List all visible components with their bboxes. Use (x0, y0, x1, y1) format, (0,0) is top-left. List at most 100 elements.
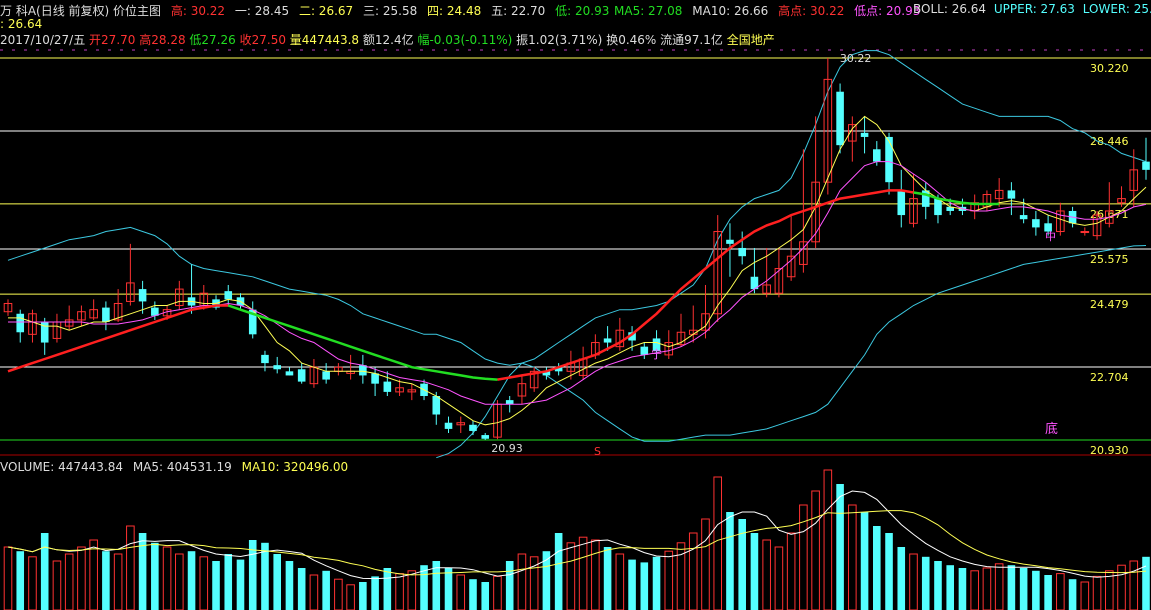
volume-bar (726, 512, 734, 610)
candle-body (505, 400, 514, 405)
volume-bar (958, 568, 967, 610)
candle-body (138, 289, 147, 302)
quote-float: 流通97.1亿 (660, 33, 723, 47)
quote-bar: 2017/10/27/五 开27.70 高28.28 低27.26 收27.50… (0, 31, 775, 48)
candle-body (860, 132, 869, 137)
ma5-line (8, 115, 1147, 426)
volume-bar (395, 573, 404, 610)
volume-bar (934, 561, 942, 610)
period-high: 高: 30.22 (170, 4, 226, 18)
volume-bar (774, 546, 784, 610)
volume-bar (481, 582, 490, 610)
volume-bar (836, 484, 844, 610)
ma5-value: MA5: 27.08 (614, 4, 683, 18)
volume-bar (444, 568, 453, 610)
candle-body (16, 313, 25, 333)
price-level-label: 30.220 (1090, 62, 1129, 75)
candle-body (1019, 215, 1028, 220)
candle-body (444, 422, 453, 429)
candle-body (873, 149, 881, 162)
price-level-label: 24.479 (1090, 298, 1129, 311)
candle-body (273, 365, 281, 370)
volume-bar (236, 559, 245, 610)
volume-bar (273, 554, 281, 610)
volume-bar (578, 536, 588, 610)
candle-body (481, 435, 490, 439)
volume-bar (1117, 564, 1126, 610)
volume-bar (309, 574, 319, 610)
volume-bar (566, 542, 576, 610)
volume-bar (187, 551, 196, 610)
volume-bar (3, 546, 13, 610)
candle-body (1007, 190, 1016, 199)
candle-body (432, 396, 441, 415)
volume-bar (1092, 575, 1102, 610)
peak-annotation: 30.22 (840, 52, 872, 65)
upper-value: UPPER: 27.63 (993, 2, 1075, 16)
candle-body (640, 346, 649, 355)
volume-bar (297, 568, 306, 610)
volume-bar (1032, 570, 1040, 610)
volume-bar (151, 542, 159, 610)
volume-bar (334, 578, 343, 610)
volume-bar (713, 476, 723, 610)
mid-mark: 中 (1045, 230, 1056, 243)
candle-body (934, 198, 942, 216)
title-bar: 万 科A(日线 前复权) 价位主图 高: 30.22 一: 28.45 二: 2… (0, 2, 609, 19)
volume-bar (885, 533, 893, 610)
volume-bar (199, 556, 209, 610)
volume-bar (652, 556, 661, 610)
level-five: 五: 22.70 (491, 4, 546, 18)
boll-wrap: : 26.64 (0, 17, 43, 31)
volume-bar (762, 539, 771, 610)
candle-body (285, 371, 294, 376)
volume-bar (102, 551, 110, 610)
volume-bar (603, 547, 612, 610)
volume-bar (640, 562, 649, 610)
boll-value: BOLL: 26.64 (913, 2, 987, 16)
candle-body (738, 247, 746, 257)
candle-body (726, 239, 734, 244)
volume-bar (811, 490, 820, 610)
lower-value: LOWER: 25.66 (1082, 2, 1151, 16)
volume-bar (1068, 579, 1077, 610)
volume-value: VOLUME: 447443.84 (0, 460, 123, 474)
volume-bar (371, 576, 379, 610)
volume-bar (615, 553, 625, 610)
level-one: 一: 28.45 (234, 4, 290, 18)
volume-bar (175, 553, 184, 610)
volume-bar (946, 565, 955, 610)
quote-close: 收27.50 (239, 33, 286, 47)
candle-body (102, 307, 110, 322)
candle-body (1080, 231, 1090, 234)
volume-ma10-line (7, 510, 1147, 576)
quote-amount: 额12.4亿 (362, 33, 414, 47)
volume-bar (322, 570, 330, 610)
candle-body (297, 369, 306, 382)
level-three: 三: 25.58 (363, 4, 418, 18)
ning-mark: 宁 (651, 347, 662, 361)
volume-bar (407, 570, 417, 610)
ma-legend: MA5: 27.08 MA10: 26.66 高点: 30.22 低点: 20.… (614, 2, 920, 19)
level-two: 二: 26.67 (298, 4, 354, 18)
volume-bar (383, 568, 392, 610)
volume-bar (212, 561, 220, 610)
quote-sector[interactable]: 全国地产 (727, 31, 775, 48)
volume-bar (64, 553, 74, 610)
quote-open: 开27.70 (89, 33, 136, 47)
candle-body (383, 381, 392, 392)
volume-bar (591, 539, 600, 610)
volume-bar (750, 533, 759, 610)
volume-bar (786, 532, 796, 610)
volume-bar (909, 553, 918, 610)
volume-bar (77, 546, 86, 610)
s-mark: S (594, 445, 601, 458)
volume-bar (126, 525, 135, 610)
candle-body (469, 424, 477, 431)
level-four: 四: 24.48 (427, 4, 482, 18)
ma10-line (8, 161, 1147, 405)
volume-bar (860, 512, 869, 610)
candle-body (371, 373, 379, 384)
volume-bar (1044, 575, 1052, 610)
volume-bar (346, 584, 355, 610)
